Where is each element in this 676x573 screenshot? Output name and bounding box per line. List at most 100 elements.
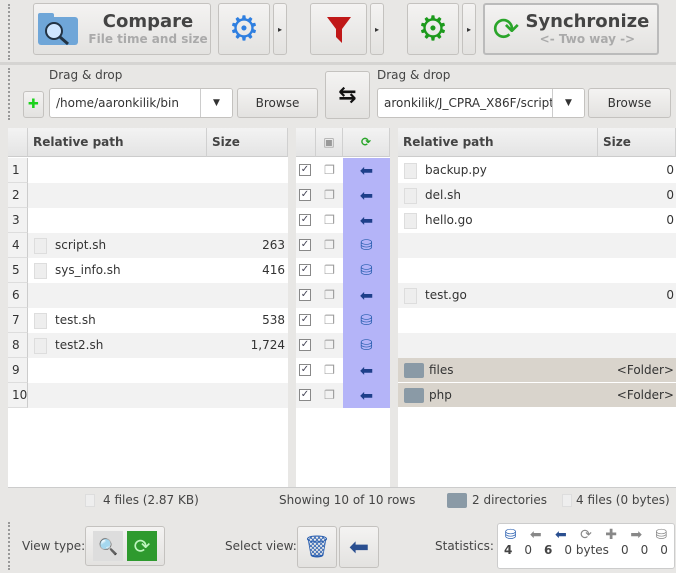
sync-icon: ⟳ (580, 527, 592, 543)
include-checkbox[interactable]: ✓ (299, 389, 311, 401)
toolbar-grip[interactable] (8, 4, 10, 60)
statistic-value: 0 (620, 543, 629, 557)
compare-settings-button[interactable]: ⚙ (218, 3, 270, 55)
action-row[interactable]: ✓ ❐ ⬅ (296, 383, 390, 408)
action-header[interactable]: ⟳ (343, 128, 390, 157)
table-row[interactable]: test.go 0 (398, 283, 676, 308)
action-row[interactable]: ✓ ❐ ⛁ (296, 258, 390, 283)
file-name-cell: hello.go (404, 208, 594, 233)
table-row[interactable]: backup.py 0 (398, 158, 676, 183)
table-row[interactable]: 7 test.sh 538 (8, 308, 288, 333)
action-row[interactable]: ✓ ❐ ⛁ (296, 333, 390, 358)
sync-action-cell[interactable]: ⬅ (343, 283, 390, 308)
create-left-icon: ⬅ (359, 361, 374, 380)
sync-action-cell[interactable]: ⬅ (343, 183, 390, 208)
table-row[interactable]: 3 (8, 208, 288, 233)
column-header-relative-path[interactable]: Relative path (398, 128, 598, 157)
sync-action-cell[interactable]: ⬅ (343, 383, 390, 408)
left-folder-input[interactable]: /home/aaronkilik/bin ▼ (49, 88, 233, 118)
sync-settings-dropdown[interactable]: ▸ (462, 3, 476, 55)
table-row[interactable]: 6 (8, 283, 288, 308)
synchronize-button[interactable]: ⟳ Synchronize <- Two way -> (483, 3, 659, 55)
sync-settings-button[interactable]: ⚙ (407, 3, 459, 55)
category-header[interactable]: ▣ (316, 128, 343, 157)
sync-action-cell[interactable]: ⛁ (343, 233, 390, 258)
action-row[interactable]: ✓ ❐ ⛁ (296, 233, 390, 258)
table-row[interactable] (398, 258, 676, 283)
table-row[interactable]: 1 (8, 158, 288, 183)
filter-dropdown[interactable]: ▸ (370, 3, 384, 55)
sync-action-cell[interactable]: ⬅ (343, 358, 390, 383)
compare-button[interactable]: Compare File time and size (33, 3, 211, 55)
action-row[interactable]: ✓ ❐ ⬅ (296, 358, 390, 383)
middle-action-grid[interactable]: ▣ ⟳ ✓ ❐ ⬅ ✓ ❐ ⬅ ✓ ❐ ⬅ ✓ ❐ ⛁ ✓ ❐ ⛁ ✓ ❐ ⬅ … (296, 128, 390, 487)
table-row[interactable]: 4 script.sh 263 (8, 233, 288, 258)
view-type-toggle[interactable]: 🔍 ⟳ (85, 526, 165, 566)
table-row[interactable] (398, 308, 676, 333)
chevron-right-icon: ▸ (374, 24, 379, 34)
show-create-left-button[interactable]: ⬅ (339, 526, 379, 568)
table-row[interactable]: 2 (8, 183, 288, 208)
left-drag-drop-label: Drag & drop (49, 68, 123, 82)
include-checkbox[interactable]: ✓ (299, 314, 311, 326)
file-icon (404, 212, 417, 229)
include-checkbox[interactable]: ✓ (299, 239, 311, 251)
sync-action-cell[interactable]: ⛁ (343, 308, 390, 333)
action-row[interactable]: ✓ ❐ ⛁ (296, 308, 390, 333)
create-right-icon: ✚ (605, 527, 617, 543)
table-row[interactable] (398, 333, 676, 358)
action-row[interactable]: ✓ ❐ ⬅ (296, 283, 390, 308)
left-browse-button[interactable]: Browse (237, 88, 318, 118)
file-name-cell: sys_info.sh (34, 258, 204, 283)
table-row[interactable]: 10 (8, 383, 288, 408)
statistic-value: 0 (660, 543, 668, 557)
row-number: 8 (8, 333, 28, 358)
chevron-down-icon[interactable]: ▼ (200, 89, 232, 117)
file-icon (85, 494, 95, 507)
row-number: 6 (8, 283, 28, 308)
left-file-grid[interactable]: Relative path Size 1 2 3 4 script.sh 263… (8, 128, 288, 487)
sync-action-cell[interactable]: ⬅ (343, 208, 390, 233)
folder-bar-grip[interactable] (8, 68, 10, 120)
include-checkbox[interactable]: ✓ (299, 164, 311, 176)
right-file-grid[interactable]: Relative path Size backup.py 0 del.sh 0 … (398, 128, 676, 487)
column-header-size[interactable]: Size (598, 128, 676, 157)
file-size: <Folder> (616, 388, 674, 402)
sync-action-cell[interactable]: ⛁ (343, 333, 390, 358)
compare-view-icon[interactable]: 🔍 (93, 531, 123, 561)
table-row[interactable]: 9 (8, 358, 288, 383)
show-delete-left-button[interactable]: 🗑 (297, 526, 337, 568)
table-row[interactable]: del.sh 0 (398, 183, 676, 208)
column-header-size[interactable]: Size (207, 128, 288, 157)
sync-action-cell[interactable]: ⛁ (343, 258, 390, 283)
table-row[interactable]: hello.go 0 (398, 208, 676, 233)
filter-button[interactable] (310, 3, 367, 55)
table-row[interactable]: php <Folder> (398, 383, 676, 408)
include-checkbox[interactable]: ✓ (299, 214, 311, 226)
bottom-bar-grip[interactable] (8, 522, 10, 570)
action-row[interactable]: ✓ ❐ ⬅ (296, 158, 390, 183)
swap-sides-button[interactable]: ⇆ (325, 71, 370, 119)
include-checkbox[interactable]: ✓ (299, 364, 311, 376)
sync-view-icon[interactable]: ⟳ (127, 531, 157, 561)
create-left-icon: ⬅ (359, 161, 374, 180)
table-row[interactable]: files <Folder> (398, 358, 676, 383)
right-folder-input[interactable]: aronkilik/J_CPRA_X86F/scripts ▼ (377, 88, 585, 118)
table-row[interactable]: 5 sys_info.sh 416 (8, 258, 288, 283)
column-header-relative-path[interactable]: Relative path (28, 128, 207, 157)
add-folder-pair-button[interactable]: ✚ (23, 91, 44, 118)
right-browse-button[interactable]: Browse (588, 88, 671, 118)
category-icon: ❐ (324, 163, 335, 177)
include-checkbox[interactable]: ✓ (299, 339, 311, 351)
action-row[interactable]: ✓ ❐ ⬅ (296, 183, 390, 208)
include-checkbox[interactable]: ✓ (299, 289, 311, 301)
table-row[interactable] (398, 233, 676, 258)
sync-action-cell[interactable]: ⬅ (343, 158, 390, 183)
chevron-right-icon: ▸ (277, 24, 282, 34)
include-checkbox[interactable]: ✓ (299, 189, 311, 201)
table-row[interactable]: 8 test2.sh 1,724 (8, 333, 288, 358)
compare-settings-dropdown[interactable]: ▸ (273, 3, 287, 55)
include-checkbox[interactable]: ✓ (299, 264, 311, 276)
chevron-down-icon[interactable]: ▼ (552, 89, 584, 117)
action-row[interactable]: ✓ ❐ ⬅ (296, 208, 390, 233)
